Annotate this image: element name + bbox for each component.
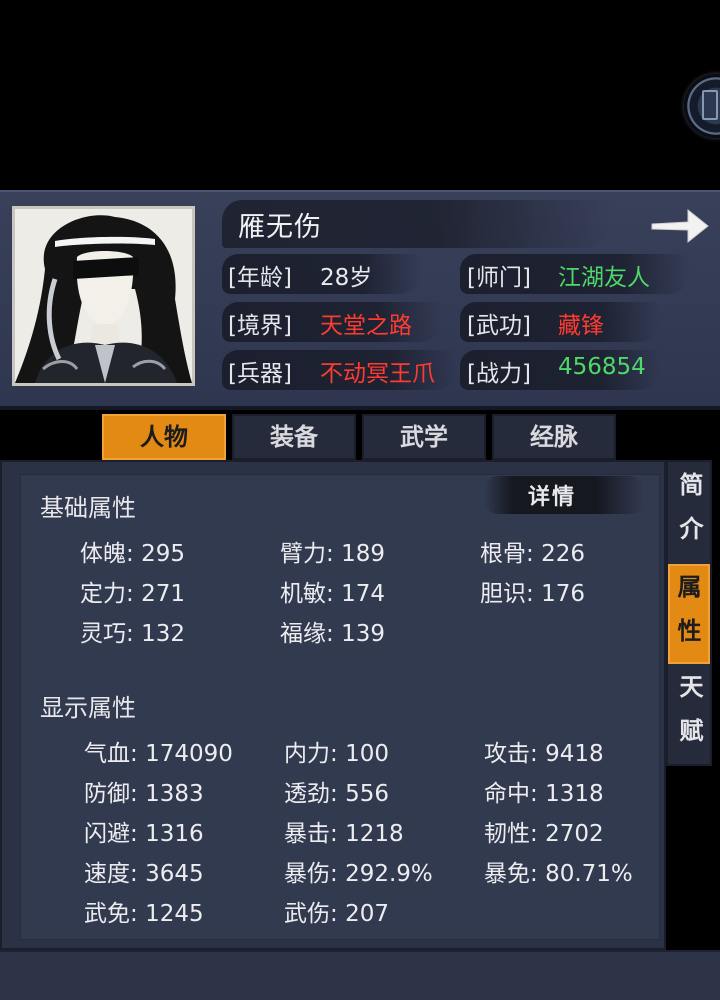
stat-hp: 气血: 174090 xyxy=(84,741,233,767)
side-tab-talents[interactable]: 天赋 xyxy=(668,664,710,764)
stat-dexterity: 灵巧: 132 xyxy=(80,621,185,647)
stat-crit-damage: 暴伤: 292.9% xyxy=(284,861,433,887)
side-tab-profile[interactable]: 简介 xyxy=(668,462,710,562)
stat-dodge: 闪避: 1316 xyxy=(84,821,204,847)
stat-agility: 机敏: 174 xyxy=(280,581,385,607)
stat-crit: 暴击: 1218 xyxy=(284,821,404,847)
stat-tenacity: 韧性: 2702 xyxy=(484,821,604,847)
stat-inner-power: 内力: 100 xyxy=(284,741,389,767)
stat-penetration: 透劲: 556 xyxy=(284,781,389,807)
tab-meridians[interactable]: 经脉 xyxy=(492,414,616,460)
realm-value: 天堂之路 xyxy=(320,313,412,339)
bottom-bar xyxy=(0,950,720,1000)
display-attributes-title: 显示属性 xyxy=(40,694,136,722)
weapon-value: 不动冥王爪 xyxy=(320,361,435,387)
side-tab-attributes[interactable]: 属性 xyxy=(668,564,710,664)
tab-equipment[interactable]: 装备 xyxy=(232,414,356,460)
power-label: [战力] xyxy=(467,361,531,387)
stat-strength: 臂力: 189 xyxy=(280,541,385,567)
weapon-label: [兵器] xyxy=(228,361,292,387)
character-portrait xyxy=(12,206,195,386)
stat-fortune: 福缘: 139 xyxy=(280,621,385,647)
stat-physique: 体魄: 295 xyxy=(80,541,185,567)
stat-defense: 防御: 1383 xyxy=(84,781,204,807)
stat-composure: 定力: 271 xyxy=(80,581,185,607)
age-value: 28岁 xyxy=(320,265,373,291)
detail-button[interactable]: 详情 xyxy=(528,479,576,511)
basic-attributes-title: 基础属性 xyxy=(40,494,136,522)
stat-accuracy: 命中: 1318 xyxy=(484,781,604,807)
character-name: 雁无伤 xyxy=(238,212,322,243)
tab-character[interactable]: 人物 xyxy=(102,414,226,460)
stat-attack: 攻击: 9418 xyxy=(484,741,604,767)
realm-label: [境界] xyxy=(228,313,292,339)
stat-courage: 胆识: 176 xyxy=(480,581,585,607)
stat-crit-resist: 暴免: 80.71% xyxy=(484,861,633,887)
sect-label: [师门] xyxy=(467,265,531,291)
stat-speed: 速度: 3645 xyxy=(84,861,204,887)
stat-martial-resist: 武免: 1245 xyxy=(84,901,204,927)
age-label: [年龄] xyxy=(228,265,292,291)
power-value: 456854 xyxy=(558,354,646,380)
skill-value: 藏锋 xyxy=(558,313,604,339)
stat-constitution: 根骨: 226 xyxy=(480,541,585,567)
skill-label: [武功] xyxy=(467,313,531,339)
corner-emblem-icon[interactable] xyxy=(684,74,720,138)
next-arrow-icon[interactable] xyxy=(648,204,710,248)
stat-martial-damage: 武伤: 207 xyxy=(284,901,389,927)
sect-value: 江湖友人 xyxy=(558,265,650,291)
tab-martial-arts[interactable]: 武学 xyxy=(362,414,486,460)
